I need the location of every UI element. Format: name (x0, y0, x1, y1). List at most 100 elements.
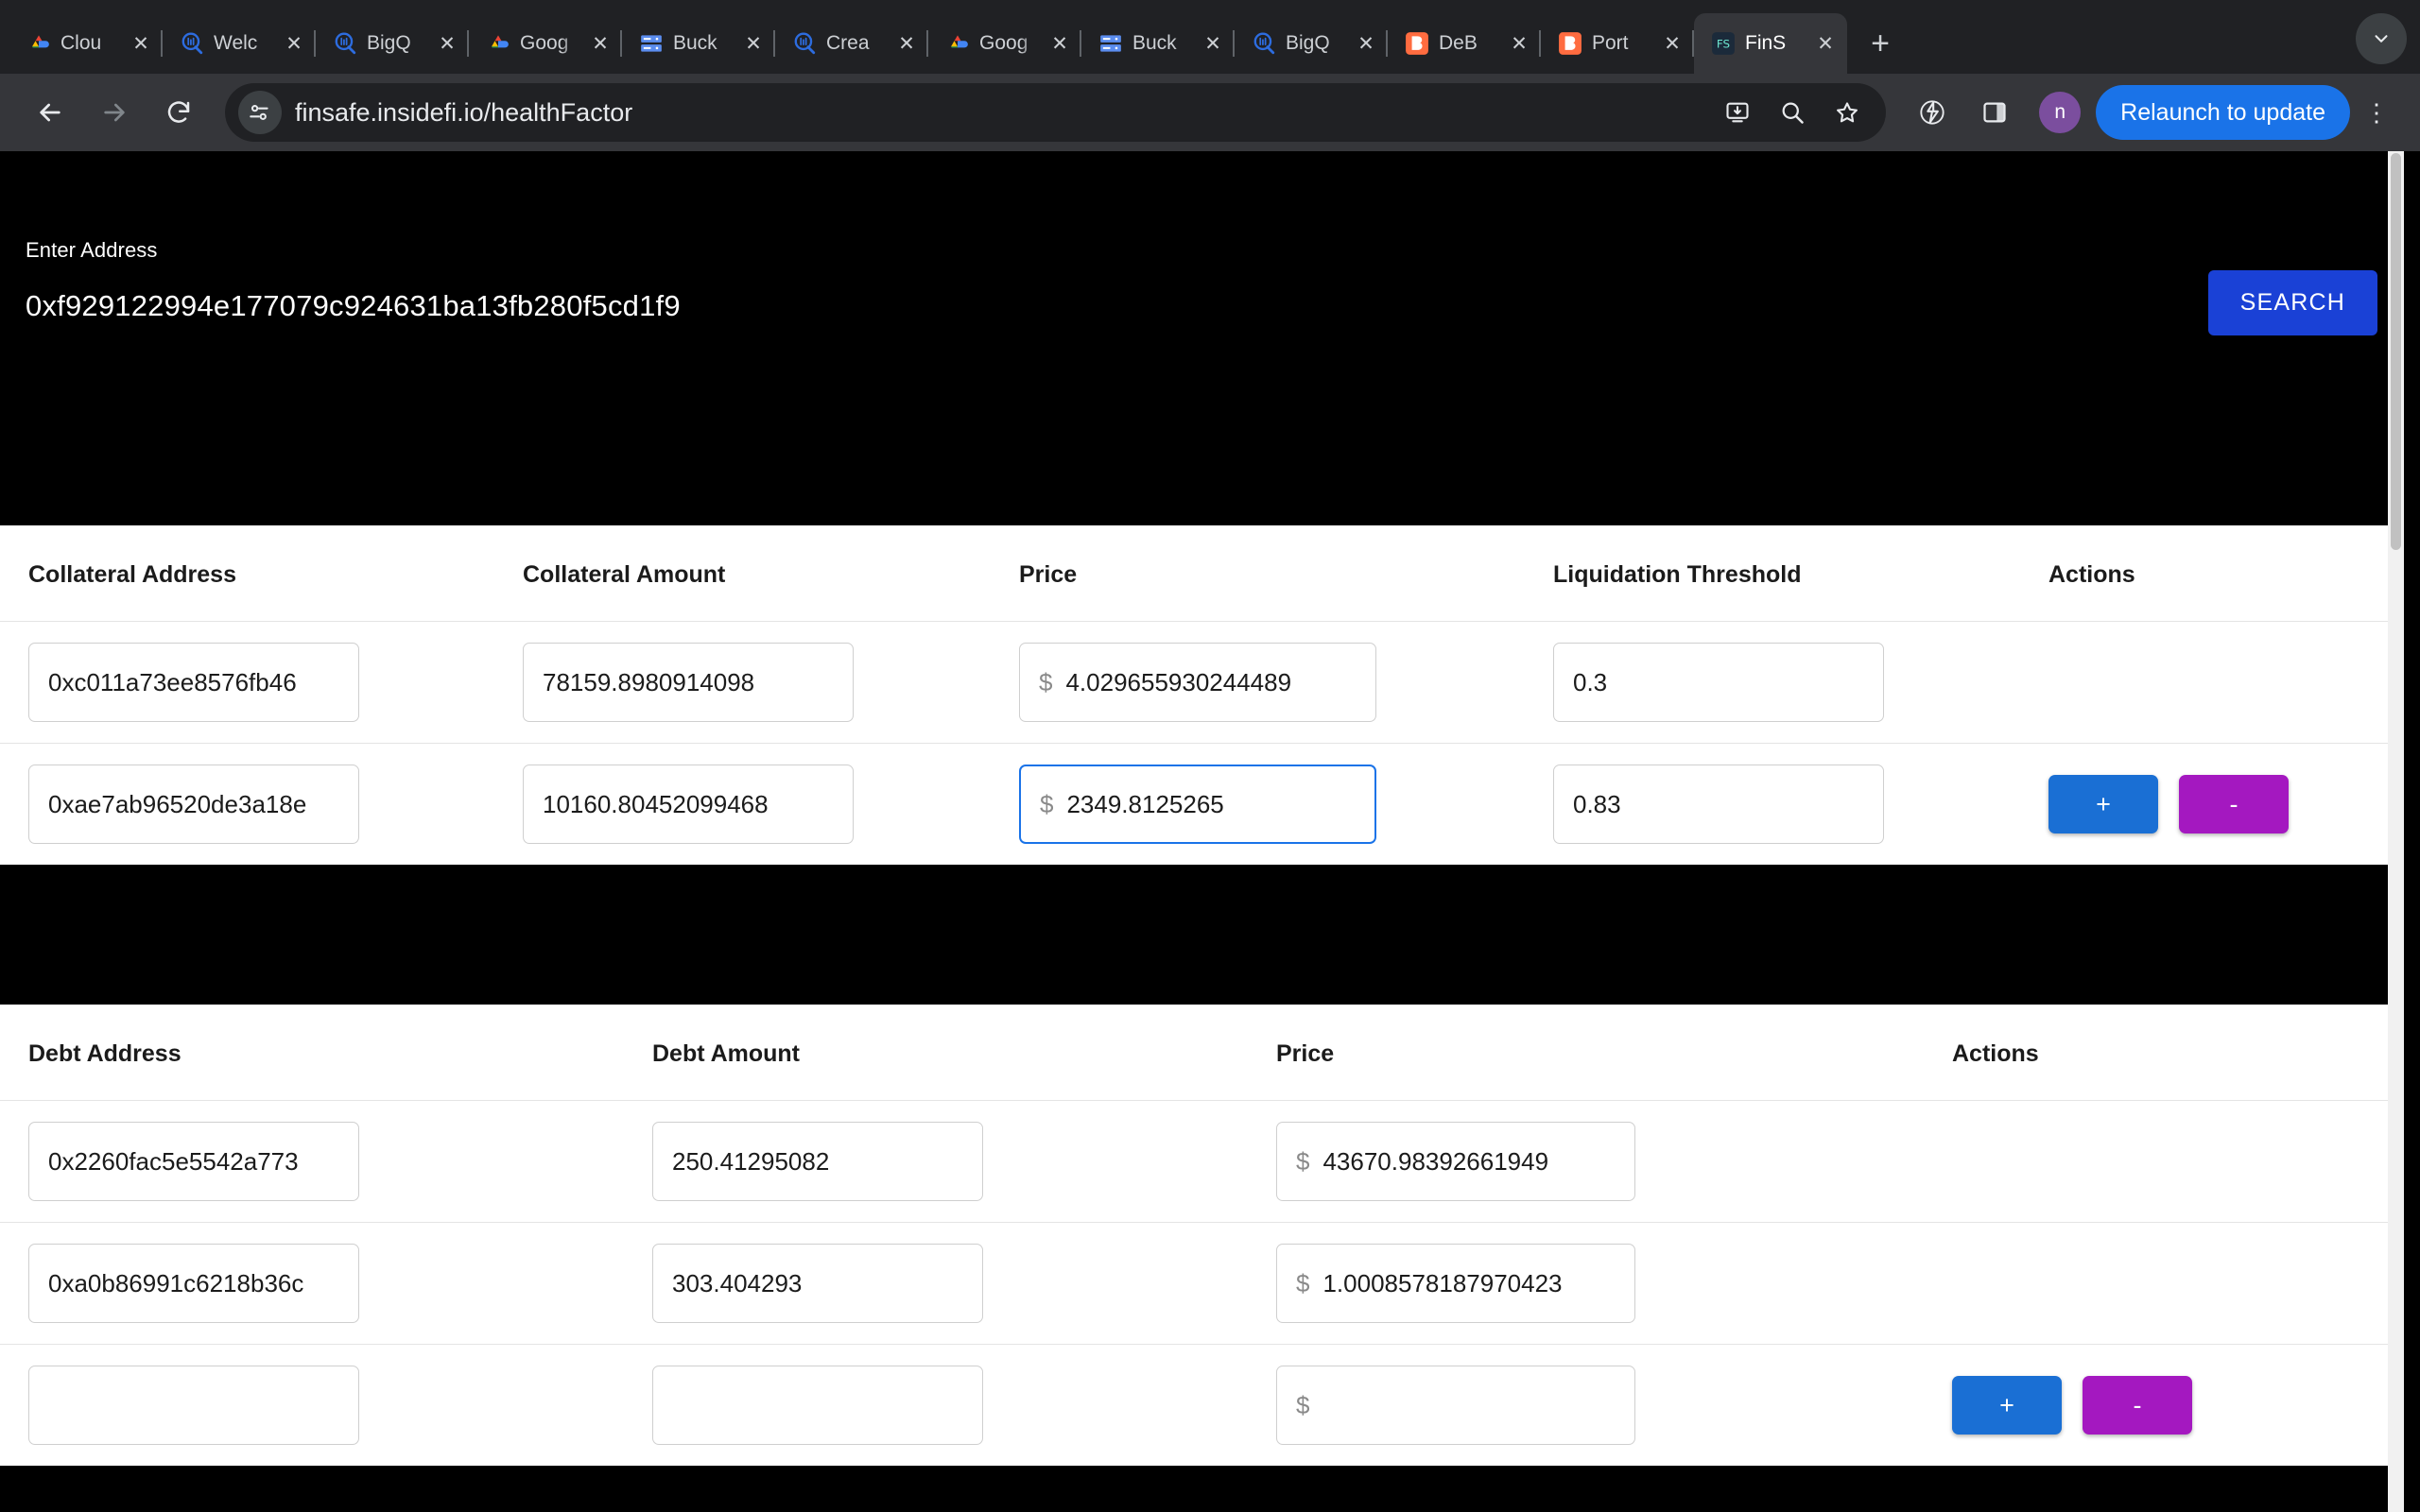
forward-arrow-icon[interactable] (85, 83, 144, 142)
debt-price-input[interactable]: $ 43670.98392661949 (1276, 1122, 1635, 1201)
collateral-amount-input[interactable]: 78159.8980914098 (523, 643, 854, 722)
field-value: 10160.80452099468 (543, 789, 769, 818)
tab-title: BigQ (367, 32, 411, 54)
close-icon[interactable]: ✕ (741, 31, 766, 56)
star-icon[interactable] (1825, 91, 1869, 134)
close-icon[interactable]: ✕ (588, 31, 613, 56)
add-debt-row-button[interactable]: + (1952, 1376, 2062, 1435)
section-divider (0, 865, 2404, 1005)
browser-tab-7[interactable]: Buck ✕ (1081, 13, 1235, 74)
table-row: $ + - (0, 1344, 2404, 1466)
browser-tab-10[interactable]: Port ✕ (1541, 13, 1694, 74)
tab-search-chevron-down-icon[interactable] (2356, 13, 2407, 64)
search-button[interactable]: SEARCH (2207, 270, 2377, 335)
browser-tab-11-active[interactable]: FS FinS ✕ (1694, 13, 1847, 74)
debt-address-input[interactable]: 0xa0b86991c6218b36c (28, 1244, 359, 1323)
cell-price: $ 4.029655930244489 (1019, 643, 1553, 722)
svg-text:FS: FS (1717, 37, 1730, 50)
new-tab-button[interactable]: + (1857, 20, 1904, 67)
column-header-actions: Actions (1952, 1040, 2039, 1067)
close-icon[interactable]: ✕ (1507, 31, 1531, 56)
debt-amount-input[interactable]: 250.41295082 (652, 1122, 983, 1201)
field-value: 0xae7ab96520de3a18e (48, 789, 307, 818)
tab-title: Crea (826, 32, 870, 54)
tab-title: BigQ (1286, 32, 1330, 54)
tab-title: Buck (673, 32, 717, 54)
debt-amount-input[interactable]: 303.404293 (652, 1244, 983, 1323)
browser-tab-8[interactable]: BigQ ✕ (1235, 13, 1388, 74)
close-icon[interactable]: ✕ (1201, 31, 1225, 56)
browser-tab-3[interactable]: Goog ✕ (469, 13, 622, 74)
debt-address-input[interactable]: 0x2260fac5e5542a773 (28, 1122, 359, 1201)
debt-price-input[interactable]: $ (1276, 1366, 1635, 1445)
tab-title: Clou (60, 32, 102, 54)
page-viewport: Enter Address 0xf929122994e177079c924631… (0, 151, 2420, 1512)
cell-collateral-address: 0xc011a73ee8576fb46 (0, 643, 523, 722)
relaunch-to-update-button[interactable]: Relaunch to update (2096, 85, 2350, 140)
side-panel-icon[interactable] (1965, 83, 2024, 142)
debt-table-header: Debt Address Debt Amount Price Actions (0, 1005, 2404, 1100)
debt-address-input[interactable] (28, 1366, 359, 1445)
extensions-icon[interactable] (1903, 83, 1962, 142)
collateral-address-input[interactable]: 0xc011a73ee8576fb46 (28, 643, 359, 722)
collateral-price-input[interactable]: $ 4.029655930244489 (1019, 643, 1376, 722)
debt-price-input[interactable]: $ 1.0008578187970423 (1276, 1244, 1635, 1323)
cell-price: $ 1.0008578187970423 (1276, 1244, 1952, 1323)
address-search-panel: Enter Address 0xf929122994e177079c924631… (0, 151, 2404, 525)
cell-debt-amount: 303.404293 (652, 1244, 1276, 1323)
browser-tab-5[interactable]: Crea ✕ (775, 13, 928, 74)
close-icon[interactable]: ✕ (129, 31, 153, 56)
collateral-table: Collateral Address Collateral Amount Pri… (0, 525, 2404, 865)
field-value: 0xa0b86991c6218b36c (48, 1268, 304, 1297)
browser-tab-2[interactable]: BigQ ✕ (316, 13, 469, 74)
close-icon[interactable]: ✕ (1660, 31, 1685, 56)
column-header-liquidation-threshold: Liquidation Threshold (1553, 561, 1802, 588)
page-settings-icon[interactable] (238, 91, 282, 134)
liquidation-threshold-input[interactable]: 0.83 (1553, 765, 1884, 844)
dollar-icon: $ (1296, 1268, 1310, 1297)
browser-tab-0[interactable]: Clou ✕ (9, 13, 163, 74)
close-icon[interactable]: ✕ (282, 31, 306, 56)
close-icon[interactable]: ✕ (1354, 31, 1378, 56)
collateral-price-input-focused[interactable]: $ 2349.8125265 (1019, 765, 1376, 844)
browser-tab-1[interactable]: Welc ✕ (163, 13, 316, 74)
tab-title: Goog (520, 32, 569, 54)
browser-tab-9[interactable]: DeB ✕ (1388, 13, 1541, 74)
zoom-search-icon[interactable] (1771, 91, 1814, 134)
cell-collateral-amount: 10160.80452099468 (523, 765, 1019, 844)
liquidation-threshold-input[interactable]: 0.3 (1553, 643, 1884, 722)
address-bar[interactable]: finsafe.insidefi.io/healthFactor (225, 83, 1887, 142)
quicksight-icon (180, 31, 204, 56)
reload-icon[interactable] (149, 83, 208, 142)
close-icon[interactable]: ✕ (1047, 31, 1072, 56)
finsafe-health-factor-page: Enter Address 0xf929122994e177079c924631… (0, 151, 2404, 1512)
scrollbar-thumb[interactable] (2391, 153, 2401, 550)
tab-title: Port (1592, 32, 1629, 54)
install-app-icon[interactable] (1716, 91, 1759, 134)
browser-tab-4[interactable]: Buck ✕ (622, 13, 775, 74)
debank-icon (1405, 31, 1429, 56)
address-input[interactable]: 0xf929122994e177079c924631ba13fb280f5cd1… (26, 289, 2208, 323)
close-icon[interactable]: ✕ (894, 31, 919, 56)
enter-address-label: Enter Address (26, 238, 158, 262)
collateral-address-input[interactable]: 0xae7ab96520de3a18e (28, 765, 359, 844)
page-scrollbar[interactable] (2388, 151, 2404, 1512)
remove-collateral-row-button[interactable]: - (2179, 775, 2289, 833)
close-icon[interactable]: ✕ (435, 31, 459, 56)
back-arrow-icon[interactable] (21, 83, 79, 142)
browser-tab-6[interactable]: Goog ✕ (928, 13, 1081, 74)
field-value: 43670.98392661949 (1322, 1146, 1549, 1176)
debt-amount-input[interactable] (652, 1366, 983, 1445)
table-row: 0x2260fac5e5542a773 250.41295082 $ 43670… (0, 1100, 2404, 1222)
kebab-menu-icon[interactable]: ⋮ (2354, 85, 2399, 140)
add-collateral-row-button[interactable]: + (2048, 775, 2158, 833)
remove-debt-row-button[interactable]: - (2083, 1376, 2192, 1435)
field-value: 0xc011a73ee8576fb46 (48, 667, 297, 696)
collateral-amount-input[interactable]: 10160.80452099468 (523, 765, 854, 844)
table-row: 0xa0b86991c6218b36c 303.404293 $ 1.00085… (0, 1222, 2404, 1344)
cell-debt-address: 0xa0b86991c6218b36c (0, 1244, 652, 1323)
field-value: 0.3 (1573, 667, 1608, 696)
close-icon[interactable]: ✕ (1813, 31, 1838, 56)
avatar[interactable]: n (2039, 92, 2082, 133)
cell-liquidation-threshold: 0.3 (1553, 643, 2045, 722)
